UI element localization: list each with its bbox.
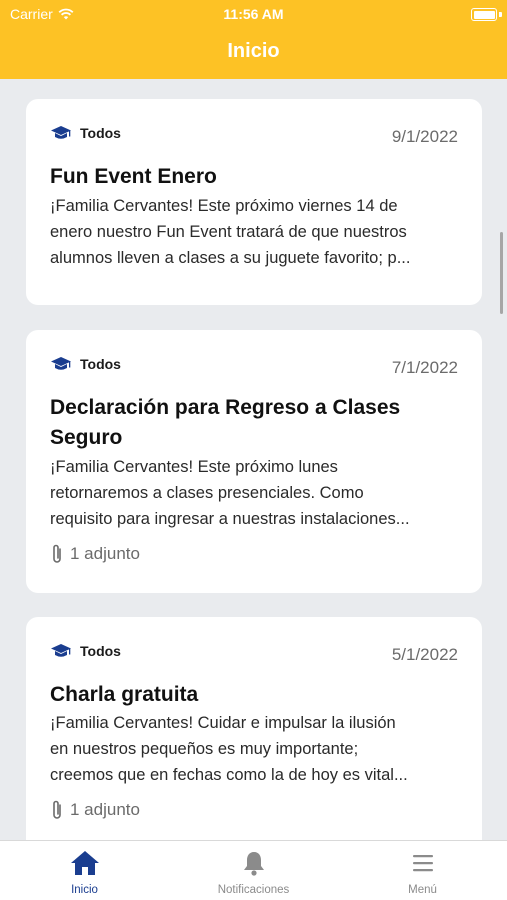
post-body-line: enero nuestro Fun Event tratará de que n… <box>50 223 407 241</box>
post-body: ¡Familia Cervantes! Cuidar e impulsar la… <box>50 710 460 788</box>
post-body-line: en nuestros pequeños es muy importante; <box>50 740 359 758</box>
battery-icon <box>471 8 497 21</box>
post-date: 9/1/2022 <box>391 127 458 146</box>
news-feed[interactable]: Todos 9/1/2022 Fun Event Enero ¡Familia … <box>0 79 507 840</box>
scrollbar[interactable] <box>500 232 503 314</box>
header-bar: Carrier 11:56 AM Inicio <box>0 0 507 79</box>
post-body-line: ¡Familia Cervantes! Cuidar e impulsar la… <box>50 714 396 732</box>
post-title-line: Declaración para Regreso a Clases <box>50 396 401 419</box>
tab-label: Menú <box>408 884 437 896</box>
paperclip-icon <box>53 800 61 819</box>
tab-notificaciones[interactable]: Notificaciones <box>169 841 338 900</box>
status-bar: Carrier 11:56 AM <box>0 0 507 28</box>
status-time: 11:56 AM <box>223 6 284 22</box>
post-title: Charla gratuita <box>50 683 199 706</box>
paperclip-icon <box>53 544 61 563</box>
post-audience-label: Todos <box>80 125 121 141</box>
post-body-line: ¡Familia Cervantes! Este próximo lunes <box>50 458 338 476</box>
post-audience: Todos <box>50 643 121 659</box>
post-body-line: alumnos lleven a clases a su juguete fav… <box>50 249 411 267</box>
post-audience: Todos <box>50 125 121 141</box>
graduation-cap-icon <box>51 357 71 370</box>
post-card[interactable]: Todos 9/1/2022 Fun Event Enero ¡Familia … <box>26 99 482 305</box>
menu-icon <box>412 855 433 872</box>
page-title: Inicio <box>227 40 280 62</box>
post-card[interactable]: Todos 7/1/2022 Declaración para Regreso … <box>26 330 482 593</box>
post-attachment-label: 1 adjunto <box>70 800 140 819</box>
post-body: ¡Familia Cervantes! Este próximo lunes r… <box>50 454 460 532</box>
post-date: 7/1/2022 <box>391 358 458 377</box>
post-title: Fun Event Enero <box>50 165 217 188</box>
post-body: ¡Familia Cervantes! Este próximo viernes… <box>50 193 460 271</box>
post-audience-label: Todos <box>80 356 121 372</box>
post-audience: Todos <box>50 356 121 372</box>
graduation-cap-icon <box>51 644 71 657</box>
home-icon <box>70 851 99 875</box>
post-title: Declaración para Regreso a Clases Seguro <box>50 393 458 453</box>
bell-icon <box>243 852 264 876</box>
graduation-cap-icon <box>51 126 71 139</box>
post-title-line: Seguro <box>50 426 123 449</box>
post-attachment[interactable]: 1 adjunto <box>50 543 140 565</box>
tab-inicio[interactable]: Inicio <box>0 841 169 900</box>
post-audience-label: Todos <box>80 643 121 659</box>
tab-label: Inicio <box>71 884 98 896</box>
tab-menu[interactable]: Menú <box>338 841 507 900</box>
tab-bar: Inicio Notificaciones Menú <box>0 840 507 900</box>
tab-label: Notificaciones <box>217 884 290 896</box>
post-attachment[interactable]: 1 adjunto <box>50 799 140 821</box>
post-card[interactable]: Todos 5/1/2022 Charla gratuita ¡Familia … <box>26 617 482 840</box>
post-body-line: retornaremos a clases presenciales. Como <box>50 484 364 502</box>
post-body-line: ¡Familia Cervantes! Este próximo viernes… <box>50 197 398 215</box>
post-body-line: creemos que en fechas como la de hoy es … <box>50 766 408 784</box>
battery-tip <box>499 12 502 17</box>
post-date: 5/1/2022 <box>391 645 458 664</box>
post-attachment-label: 1 adjunto <box>70 544 140 563</box>
post-body-line: requisito para ingresar a nuestras insta… <box>50 510 410 528</box>
